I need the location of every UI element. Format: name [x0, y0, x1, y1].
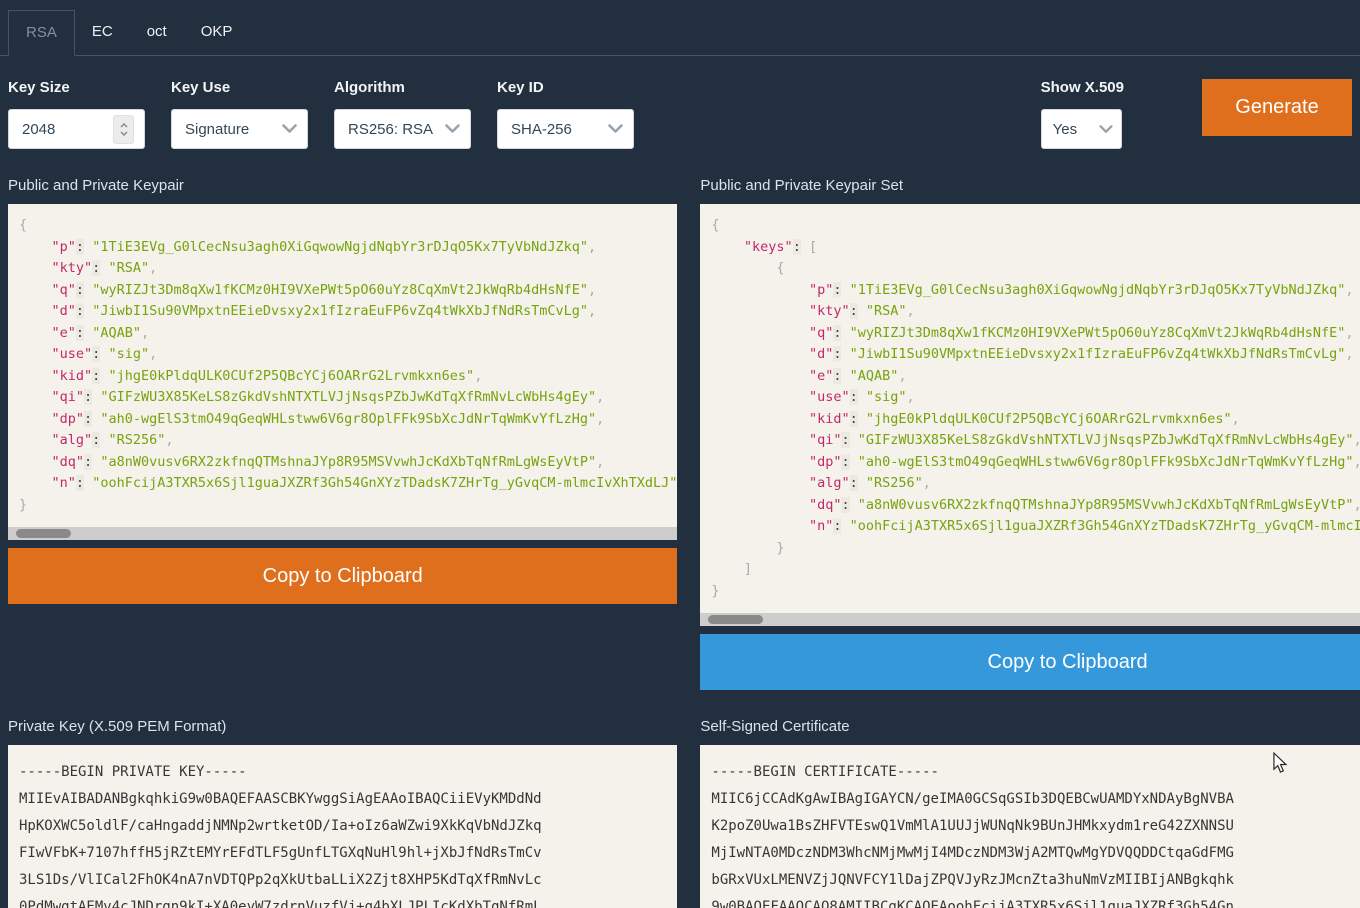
key-id-value: SHA-256 [511, 121, 572, 138]
algorithm-label: Algorithm [334, 79, 471, 97]
tab-ec[interactable]: EC [75, 10, 130, 55]
code-block: { "keys": [ { "p": "1TiE3EVg_G0lCecNsu3a… [700, 204, 1360, 613]
algorithm-select[interactable]: RS256: RSA [334, 109, 471, 149]
json-output-keypair: { "p": "1TiE3EVg_G0lCecNsu3agh0XiGqwowNg… [8, 204, 677, 540]
key-use-group: Key Use Signature [171, 79, 308, 149]
panel-keypair-set: Public and Private Keypair Set { "keys":… [700, 177, 1360, 690]
key-size-group: Key Size 2048 [8, 79, 145, 149]
tab-rsa[interactable]: RSA [8, 10, 75, 56]
show-x509-group: Show X.509 Yes [1041, 79, 1124, 149]
code-block: -----BEGIN PRIVATE KEY-----MIIEvAIBADANB… [8, 745, 677, 908]
panel-title: Private Key (X.509 PEM Format) [8, 718, 677, 735]
panel-title: Self-Signed Certificate [700, 718, 1360, 735]
generate-button[interactable]: Generate [1202, 79, 1352, 136]
panel-title: Public and Private Keypair [8, 177, 677, 194]
stepper-up-icon [120, 123, 128, 128]
algorithm-value: RS256: RSA [348, 121, 433, 138]
key-size-value: 2048 [22, 121, 55, 138]
show-x509-label: Show X.509 [1041, 79, 1124, 97]
scrollbar-thumb[interactable] [708, 615, 763, 624]
algorithm-group: Algorithm RS256: RSA [334, 79, 471, 149]
output-panels: Public and Private Keypair { "p": "1TiE3… [0, 149, 1360, 908]
chevron-down-icon [1099, 125, 1113, 134]
show-x509-value: Yes [1053, 121, 1077, 138]
copy-to-clipboard-button[interactable]: Copy to Clipboard [700, 634, 1360, 690]
json-output-keypair-set: { "keys": [ { "p": "1TiE3EVg_G0lCecNsu3a… [700, 204, 1360, 626]
chevron-down-icon [282, 124, 297, 134]
chevron-down-icon [608, 124, 623, 134]
panel-self-signed-cert: Self-Signed Certificate -----BEGIN CERTI… [700, 718, 1360, 908]
copy-to-clipboard-button[interactable]: Copy to Clipboard [8, 548, 677, 604]
horizontal-scrollbar[interactable] [700, 613, 1360, 626]
key-use-value: Signature [185, 121, 249, 138]
key-size-input[interactable]: 2048 [8, 109, 145, 149]
panel-title: Public and Private Keypair Set [700, 177, 1360, 194]
tab-okp[interactable]: OKP [184, 10, 250, 55]
code-block: { "p": "1TiE3EVg_G0lCecNsu3agh0XiGqwowNg… [8, 204, 677, 527]
generator-form: Key Size 2048 Key Use Signature Algorith… [0, 56, 1360, 149]
number-stepper[interactable] [113, 115, 134, 144]
pem-output-private-key: -----BEGIN PRIVATE KEY-----MIIEvAIBADANB… [8, 745, 677, 908]
stepper-down-icon [120, 131, 128, 136]
pem-output-certificate: -----BEGIN CERTIFICATE-----MIIC6jCCAdKgA… [700, 745, 1360, 908]
chevron-down-icon [445, 124, 460, 134]
panel-keypair: Public and Private Keypair { "p": "1TiE3… [8, 177, 677, 604]
horizontal-scrollbar[interactable] [8, 527, 677, 540]
key-type-tabs: RSA EC oct OKP [0, 0, 1360, 56]
scrollbar-thumb[interactable] [16, 529, 71, 538]
key-use-select[interactable]: Signature [171, 109, 308, 149]
key-id-group: Key ID SHA-256 [497, 79, 634, 149]
code-block: -----BEGIN CERTIFICATE-----MIIC6jCCAdKgA… [700, 745, 1360, 908]
key-use-label: Key Use [171, 79, 308, 97]
show-x509-select[interactable]: Yes [1041, 109, 1122, 149]
key-id-label: Key ID [497, 79, 634, 97]
key-size-label: Key Size [8, 79, 145, 97]
key-id-select[interactable]: SHA-256 [497, 109, 634, 149]
tab-oct[interactable]: oct [130, 10, 184, 55]
panel-private-key-pem: Private Key (X.509 PEM Format) -----BEGI… [8, 718, 677, 908]
